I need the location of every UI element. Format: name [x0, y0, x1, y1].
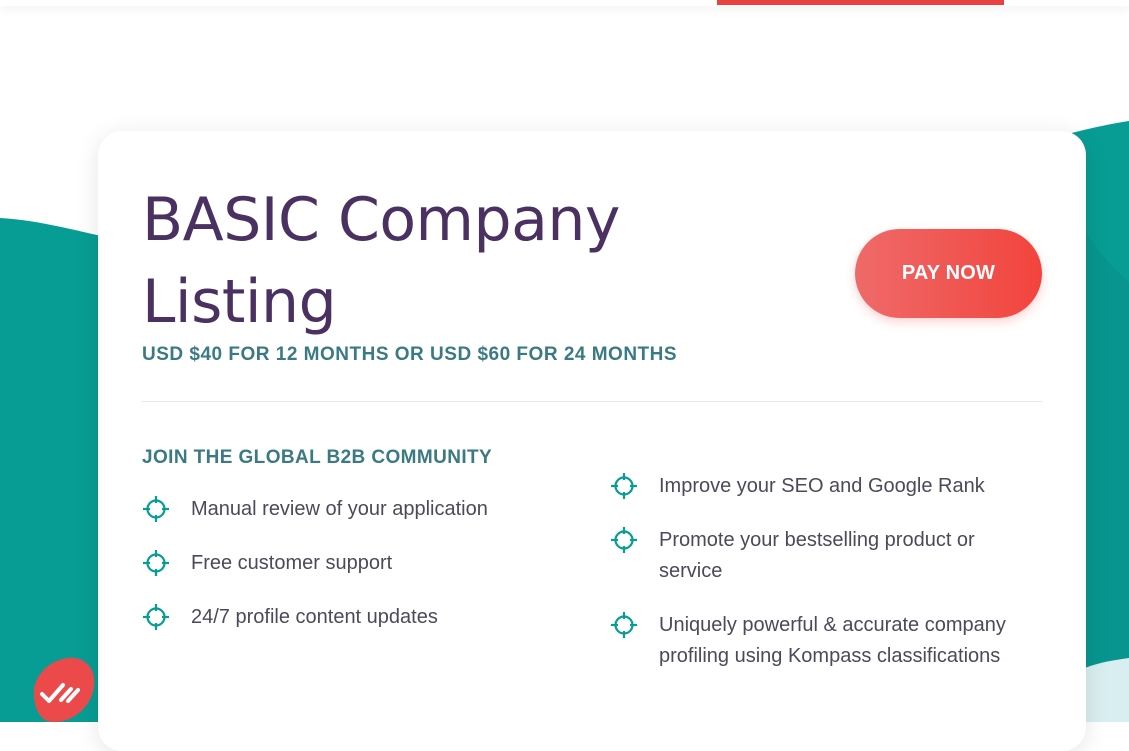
crosshair-icon: [611, 527, 637, 553]
section-heading: JOIN THE GLOBAL B2B COMMUNITY: [142, 447, 493, 468]
feature-item: Improve your SEO and Google Rank: [610, 471, 1050, 502]
feature-text: Promote your bestselling product or serv…: [659, 529, 975, 582]
divider: [142, 401, 1042, 402]
plan-title: BASIC Company Listing: [142, 185, 620, 337]
feature-item: Manual review of your application: [142, 494, 542, 525]
feature-text: Free customer support: [191, 552, 393, 574]
feature-item: Uniquely powerful & accurate company pro…: [610, 610, 1030, 672]
crosshair-icon: [143, 604, 169, 630]
feature-text: 24/7 profile content updates: [191, 606, 438, 628]
feature-item: 24/7 profile content updates: [142, 602, 542, 633]
feature-text: Uniquely powerful & accurate company pro…: [659, 614, 1006, 667]
pricing-card: BASIC Company Listing USD $40 FOR 12 MON…: [98, 131, 1086, 751]
feature-item: Free customer support: [142, 548, 542, 579]
feature-text: Improve your SEO and Google Rank: [659, 475, 985, 497]
crosshair-icon: [611, 473, 637, 499]
crosshair-icon: [143, 496, 169, 522]
crosshair-icon: [143, 550, 169, 576]
pay-now-button[interactable]: PAY NOW: [855, 229, 1042, 318]
feature-item: Promote your bestselling product or serv…: [610, 525, 1010, 587]
feature-text: Manual review of your application: [191, 498, 488, 520]
crosshair-icon: [611, 612, 637, 638]
chat-checkmarks-icon[interactable]: [26, 656, 96, 722]
plan-price: USD $40 FOR 12 MONTHS OR USD $60 FOR 24 …: [142, 344, 678, 365]
